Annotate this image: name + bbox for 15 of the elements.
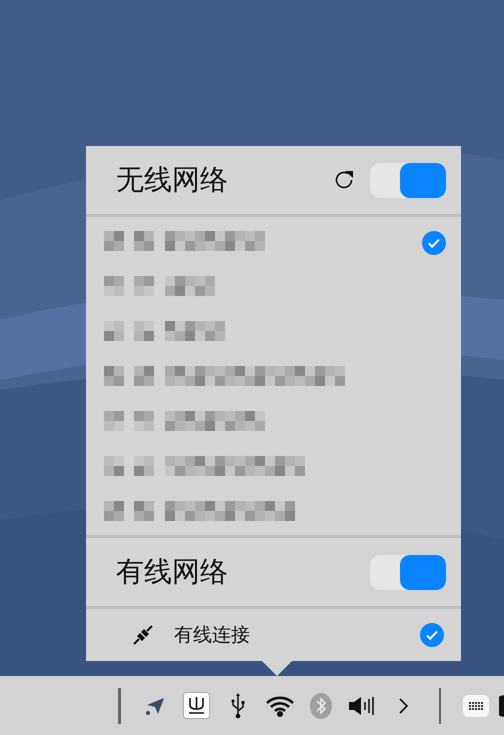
keyboard-icon[interactable] [462,694,489,716]
section-title: 有线网络 [116,554,229,590]
chevron-right-icon[interactable] [398,698,409,714]
section-title: 无线网络 [116,162,229,198]
clock-icon[interactable] [498,694,504,718]
paper-plane-icon[interactable] [145,696,166,716]
toggle-switch[interactable] [370,554,446,590]
input-method-icon[interactable] [183,692,210,719]
toggle-switch[interactable] [370,162,446,198]
bluetooth-icon[interactable] [310,692,332,718]
speaker-icon[interactable] [348,694,376,716]
connection-name[interactable]: 有线连接 [174,622,400,648]
wifi-icon[interactable] [264,694,295,716]
plug-icon [132,624,154,646]
usb-icon[interactable] [230,692,246,718]
